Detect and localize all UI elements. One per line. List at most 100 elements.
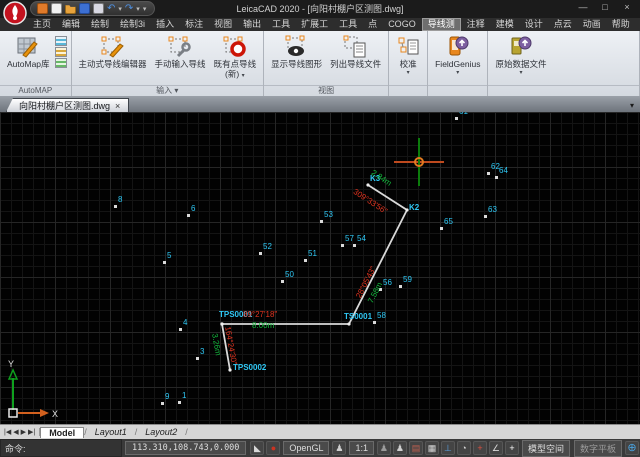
existing-point-traverse-button[interactable]: 既有点导线 (新) ▾: [211, 34, 260, 80]
angle-label-0: 89°27'18": [243, 311, 277, 319]
new-file-icon[interactable]: [51, 3, 62, 14]
menu-tab-17[interactable]: 点云: [549, 19, 577, 30]
menu-tab-18[interactable]: 动画: [578, 19, 606, 30]
angle-icon[interactable]: ∠: [489, 441, 503, 455]
opengl-button[interactable]: OpenGL: [283, 441, 329, 455]
ucs-y-label: Y: [8, 359, 14, 369]
menu-tab-0[interactable]: 主页: [28, 19, 56, 30]
ucs-icon: Y X: [8, 359, 58, 419]
crosshair-toggle-icon[interactable]: +: [505, 441, 519, 455]
group-label-view[interactable]: 视图: [264, 85, 388, 96]
menu-tab-14[interactable]: 注释: [462, 19, 490, 30]
automap-library-button[interactable]: AutoMap库: [4, 34, 53, 70]
model-space-button[interactable]: 模型空间: [522, 440, 570, 457]
show-traverse-graphic-button[interactable]: 显示导线图形: [268, 34, 325, 70]
automap-list-icon-1[interactable]: [55, 36, 67, 46]
menu-tab-4[interactable]: 插入: [151, 19, 179, 30]
annotation-scale-button[interactable]: 1:1: [349, 441, 374, 455]
osnap-icon[interactable]: +: [473, 441, 487, 455]
menu-tab-9[interactable]: 扩展工: [296, 19, 333, 30]
digitizer-button[interactable]: 数字平板: [574, 440, 622, 457]
menu-tab-2[interactable]: 绘制: [86, 19, 114, 30]
undo-dropdown-icon[interactable]: ▾: [118, 5, 122, 13]
user-star-icon[interactable]: ♟: [393, 441, 407, 455]
group-label-calibrate[interactable]: [389, 85, 427, 96]
settings-gear-icon[interactable]: ⊕: [625, 441, 639, 455]
fieldgenius-icon: [445, 35, 471, 59]
menu-tab-7[interactable]: 输出: [238, 19, 266, 30]
menu-tab-19[interactable]: 帮助: [607, 19, 635, 30]
layout-tab-layout1[interactable]: Layout1: [87, 427, 135, 437]
menu-tab-10[interactable]: 工具: [334, 19, 362, 30]
qat-overflow-icon[interactable]: ▾: [143, 5, 147, 13]
menu-tab-16[interactable]: 设计: [520, 19, 548, 30]
menu-tab-6[interactable]: 视图: [209, 19, 237, 30]
menu-tab-3[interactable]: 绘制3i: [115, 19, 150, 30]
document-tab[interactable]: 向阳村棚户区测图.dwg ×: [6, 98, 129, 112]
minimize-button[interactable]: —: [572, 0, 594, 15]
calibrate-button[interactable]: 校准 ▾: [393, 34, 423, 77]
station-label-K2[interactable]: K2: [409, 204, 419, 212]
open-file-icon[interactable]: [65, 3, 76, 14]
calibrate-icon: [396, 35, 420, 59]
menu-tab-13[interactable]: 导线测: [422, 18, 461, 31]
annotation-toggle-icon[interactable]: ●: [266, 441, 280, 455]
layout-tab-layout2[interactable]: Layout2: [137, 427, 185, 437]
group-label-input[interactable]: 输入 ▾: [72, 85, 264, 96]
plot-icon[interactable]: [93, 3, 104, 14]
menu-tab-11[interactable]: 点: [363, 19, 382, 30]
existing-point-icon: [222, 35, 248, 59]
close-button[interactable]: ×: [616, 0, 638, 15]
quick-access-toolbar: ↶▾ ↷▾ ▾: [30, 1, 155, 16]
maximize-button[interactable]: □: [594, 0, 616, 15]
group-label-rawdata[interactable]: [488, 85, 553, 96]
active-traverse-editor-button[interactable]: 主动式导线编辑器: [76, 34, 150, 70]
app-logo-icon[interactable]: [3, 1, 27, 25]
menu-bar: 主页编辑绘制绘制3i插入标注视图输出工具扩展工工具点COGO导线测注释建模设计点…: [0, 18, 640, 31]
group-label-automap[interactable]: AutoMAP: [0, 85, 71, 96]
redo-icon[interactable]: ↷: [125, 3, 133, 14]
group-label-fieldgenius[interactable]: [428, 85, 487, 96]
time-icon[interactable]: ◔: [457, 441, 471, 455]
perspective-view-icon[interactable]: ◣: [250, 441, 264, 455]
document-tab-bar: 向阳村棚户区测图.dwg × ▾: [0, 96, 640, 112]
station-label-TPS0002[interactable]: TPS0002: [233, 364, 266, 372]
layout-nav-icon-2[interactable]: ▶: [21, 428, 26, 436]
layout-tab-bar: |◀◀▶▶| Model/Layout1/Layout2/: [0, 424, 640, 439]
menu-tab-8[interactable]: 工具: [267, 19, 295, 30]
undo-icon[interactable]: ↶: [107, 3, 115, 14]
workspace-icon[interactable]: [37, 3, 48, 14]
station-label-TS0001[interactable]: TS0001: [344, 313, 372, 321]
fieldgenius-button[interactable]: FieldGenius ▾: [432, 34, 483, 77]
layout-nav-icon-1[interactable]: ◀: [13, 428, 18, 436]
show-traverse-icon: [284, 35, 310, 59]
layout-tab-nav: |◀◀▶▶|: [0, 428, 40, 436]
ortho-icon[interactable]: ⊥: [441, 441, 455, 455]
menu-tab-12[interactable]: COGO: [383, 19, 421, 30]
list-traverse-file-button[interactable]: 列出导线文件: [327, 34, 384, 70]
menu-tab-15[interactable]: 建模: [491, 19, 519, 30]
workspace-switch-icon[interactable]: ♟: [377, 441, 391, 455]
layout-tab-model[interactable]: Model: [40, 427, 84, 438]
doc-tab-overflow-icon[interactable]: ▾: [630, 101, 634, 110]
layout-nav-icon-3[interactable]: ▶|: [28, 428, 35, 436]
automap-icon: [15, 35, 41, 59]
raw-data-file-button[interactable]: 原始数据文件 ▾: [492, 34, 549, 77]
command-line[interactable]: 命令:: [0, 439, 122, 457]
grid-display-icon[interactable]: ▦: [425, 441, 439, 455]
coordinate-readout: 113.310,108.743,0.000: [125, 441, 246, 455]
user-icon[interactable]: ♟: [332, 441, 346, 455]
menu-tab-1[interactable]: 编辑: [57, 19, 85, 30]
automap-list-icon-3[interactable]: [55, 58, 67, 68]
manual-input-traverse-button[interactable]: 手动输入导线: [152, 34, 209, 70]
save-icon[interactable]: [79, 3, 90, 14]
document-tab-label: 向阳村棚户区测图.dwg: [19, 99, 110, 112]
redo-dropdown-icon[interactable]: ▾: [136, 5, 140, 13]
automap-list-icon-2[interactable]: [55, 47, 67, 57]
application-window: ↶▾ ↷▾ ▾ LeicaCAD 2020 - [向阳村棚户区测图.dwg] —…: [0, 0, 640, 457]
drawing-canvas[interactable]: Y X 86536162646365575452515505659584391K…: [0, 112, 640, 424]
document-tab-close-icon[interactable]: ×: [115, 101, 120, 111]
layout-nav-icon-0[interactable]: |◀: [4, 428, 11, 436]
tablet-red-icon[interactable]: ▤: [409, 441, 423, 455]
menu-tab-5[interactable]: 标注: [180, 19, 208, 30]
